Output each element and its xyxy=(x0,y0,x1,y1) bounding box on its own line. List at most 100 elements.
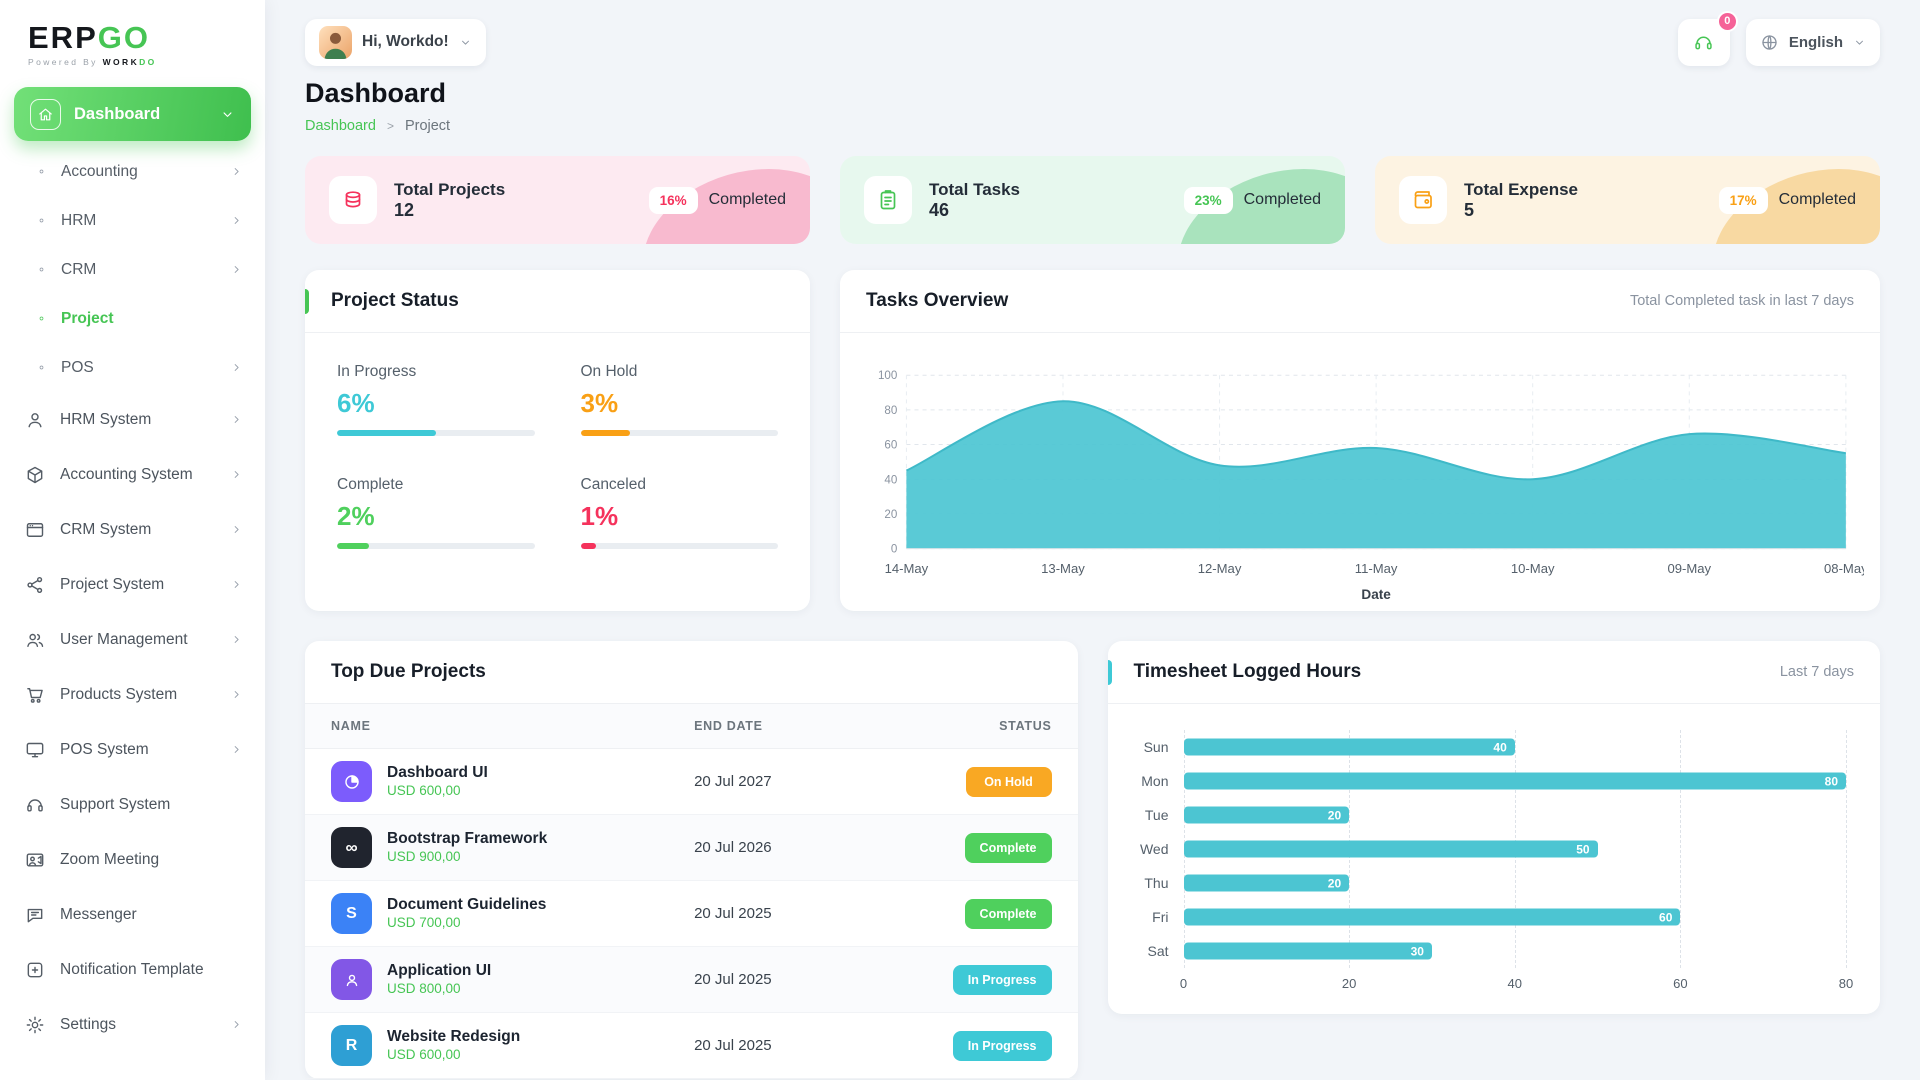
stat-value: 12 xyxy=(394,200,414,220)
sidebar-item-settings[interactable]: Settings xyxy=(0,997,265,1052)
stat-completed-label: Completed xyxy=(1779,191,1856,209)
sidebar-item-project[interactable]: Project xyxy=(0,294,265,343)
sidebar-item-label: HRM System xyxy=(60,411,151,429)
timesheet-bar-chart: Sun40Mon80Tue20Wed50Thu20Fri60Sat30 0204… xyxy=(1108,704,1881,1014)
hours-bar: 20 xyxy=(1184,807,1350,824)
sidebar-item-project-system[interactable]: Project System xyxy=(0,557,265,612)
project-status-grid: In Progress6%On Hold3%Complete2%Canceled… xyxy=(305,333,810,583)
sidebar-modules-menu: HRM System Accounting System CRM System Pro… xyxy=(0,392,265,1052)
progress-fill xyxy=(581,543,597,549)
project-icon: R xyxy=(331,1025,372,1066)
stat-title: Total Expense xyxy=(1464,180,1578,199)
project-end-date: 20 Jul 2026 xyxy=(668,815,892,881)
svg-text:60: 60 xyxy=(884,440,897,452)
share-icon xyxy=(25,575,45,595)
ring-icon xyxy=(37,167,46,176)
language-selector[interactable]: English xyxy=(1746,19,1880,66)
avatar-person-icon xyxy=(319,26,352,59)
sidebar-item-accounting[interactable]: Accounting xyxy=(0,147,265,196)
sidebar-item-hrm-system[interactable]: HRM System xyxy=(0,392,265,447)
sidebar-item-dashboard[interactable]: Dashboard xyxy=(14,87,251,141)
status-label: Canceled xyxy=(581,476,779,494)
status-label: On Hold xyxy=(581,363,779,381)
project-amount: USD 600,00 xyxy=(387,783,461,798)
table-row-document-guidelines[interactable]: SDocument GuidelinesUSD 700,0020 Jul 202… xyxy=(305,881,1078,947)
ring-icon xyxy=(37,265,46,274)
timesheet-row-sun: Sun40 xyxy=(1138,730,1851,764)
stat-value: 46 xyxy=(929,200,949,220)
sidebar-item-label: Notification Template xyxy=(60,961,204,979)
sidebar-item-products-system[interactable]: Products System xyxy=(0,667,265,722)
logo-powered-by: Powered By WORKDO xyxy=(28,57,237,67)
project-icon xyxy=(331,761,372,802)
user-menu-button[interactable]: Hi, Workdo! xyxy=(305,19,486,66)
stat-percent-badge: 16% xyxy=(649,187,698,214)
sidebar-item-messenger[interactable]: Messenger xyxy=(0,887,265,942)
chat-icon xyxy=(25,905,45,925)
display-icon xyxy=(25,740,45,760)
sidebar-item-crm[interactable]: CRM xyxy=(0,245,265,294)
axis-tick-label: 0 xyxy=(1180,976,1187,991)
table-row-website-redesign[interactable]: RWebsite RedesignUSD 600,0020 Jul 2025In… xyxy=(305,1013,1078,1079)
sidebar-item-pos[interactable]: POS xyxy=(0,343,265,392)
sidebar-item-zoom-meeting[interactable]: Zoom Meeting xyxy=(0,832,265,887)
sidebar-item-label: HRM xyxy=(61,212,96,230)
svg-text:40: 40 xyxy=(884,474,897,486)
day-label: Wed xyxy=(1138,841,1184,857)
notifications-button[interactable]: 0 xyxy=(1678,19,1730,66)
stat-percent-badge: 17% xyxy=(1719,187,1768,214)
card-title: Project Status xyxy=(331,290,459,312)
headset-icon xyxy=(25,795,45,815)
hours-bar: 50 xyxy=(1184,841,1598,858)
user-icon xyxy=(25,410,45,430)
sidebar-item-support-system[interactable]: Support System xyxy=(0,777,265,832)
table-row-application-ui[interactable]: Application UIUSD 800,0020 Jul 2025In Pr… xyxy=(305,947,1078,1013)
coins-icon xyxy=(341,188,365,212)
sidebar-item-label: POS System xyxy=(60,741,149,759)
svg-text:20: 20 xyxy=(884,509,897,521)
tasks-overview-area-chart: 02040608010014-May13-May12-May11-May10-M… xyxy=(840,333,1880,611)
table-row-dashboard-ui[interactable]: Dashboard UIUSD 600,0020 Jul 2027On Hold xyxy=(305,749,1078,815)
sidebar-item-pos-system[interactable]: POS System xyxy=(0,722,265,777)
breadcrumb-current: Project xyxy=(405,118,450,134)
sidebar: ERPGO Powered By WORKDO Dashboard Accoun… xyxy=(0,0,265,1080)
status-value: 3% xyxy=(581,388,779,419)
status-badge: Complete xyxy=(965,833,1052,863)
users-icon xyxy=(25,630,45,650)
sidebar-item-label: CRM System xyxy=(60,521,151,539)
sidebar-item-accounting-system[interactable]: Accounting System xyxy=(0,447,265,502)
timesheet-row-wed: Wed50 xyxy=(1138,832,1851,866)
sidebar-item-label: Products System xyxy=(60,686,177,704)
table-row-bootstrap-framework[interactable]: ∞Bootstrap FrameworkUSD 900,0020 Jul 202… xyxy=(305,815,1078,881)
chevron-right-icon xyxy=(230,688,243,701)
sidebar-item-label: Project xyxy=(61,310,114,328)
status-badge: In Progress xyxy=(953,965,1052,995)
day-label: Tue xyxy=(1138,807,1184,823)
sidebar-item-notification-template[interactable]: Notification Template xyxy=(0,942,265,997)
timesheet-card: Timesheet Logged Hours Last 7 days Sun40… xyxy=(1108,641,1881,1014)
status-label: In Progress xyxy=(337,363,535,381)
sidebar-item-user-management[interactable]: User Management xyxy=(0,612,265,667)
svg-text:Date: Date xyxy=(1361,587,1391,602)
app-logo: ERPGO Powered By WORKDO xyxy=(0,16,265,81)
browser-icon xyxy=(25,520,45,540)
stat-card-total-tasks: Total Tasks4623%Completed xyxy=(840,156,1345,244)
chevron-down-icon xyxy=(459,36,472,49)
chevron-right-icon xyxy=(230,165,243,178)
status-value: 6% xyxy=(337,388,535,419)
sidebar-item-hrm[interactable]: HRM xyxy=(0,196,265,245)
progress-track xyxy=(581,430,779,436)
gear-icon xyxy=(25,1015,45,1035)
svg-text:12-May: 12-May xyxy=(1198,561,1242,576)
main-content: Hi, Workdo! 0 English Dashboard Dashboar… xyxy=(265,0,1920,1080)
timesheet-row-mon: Mon80 xyxy=(1138,764,1851,798)
sidebar-item-crm-system[interactable]: CRM System xyxy=(0,502,265,557)
wallet-icon xyxy=(1411,188,1435,212)
stat-value: 5 xyxy=(1464,200,1474,220)
project-name: Dashboard UI xyxy=(387,764,488,781)
svg-text:0: 0 xyxy=(891,544,897,556)
card-subtitle: Total Completed task in last 7 days xyxy=(1630,293,1854,309)
breadcrumb-home-link[interactable]: Dashboard xyxy=(305,118,376,134)
stat-cards-row: Total Projects1216%CompletedTotal Tasks4… xyxy=(305,156,1880,244)
sidebar-dashboard-submenu: Accounting HRM CRM Project POS xyxy=(0,147,265,392)
